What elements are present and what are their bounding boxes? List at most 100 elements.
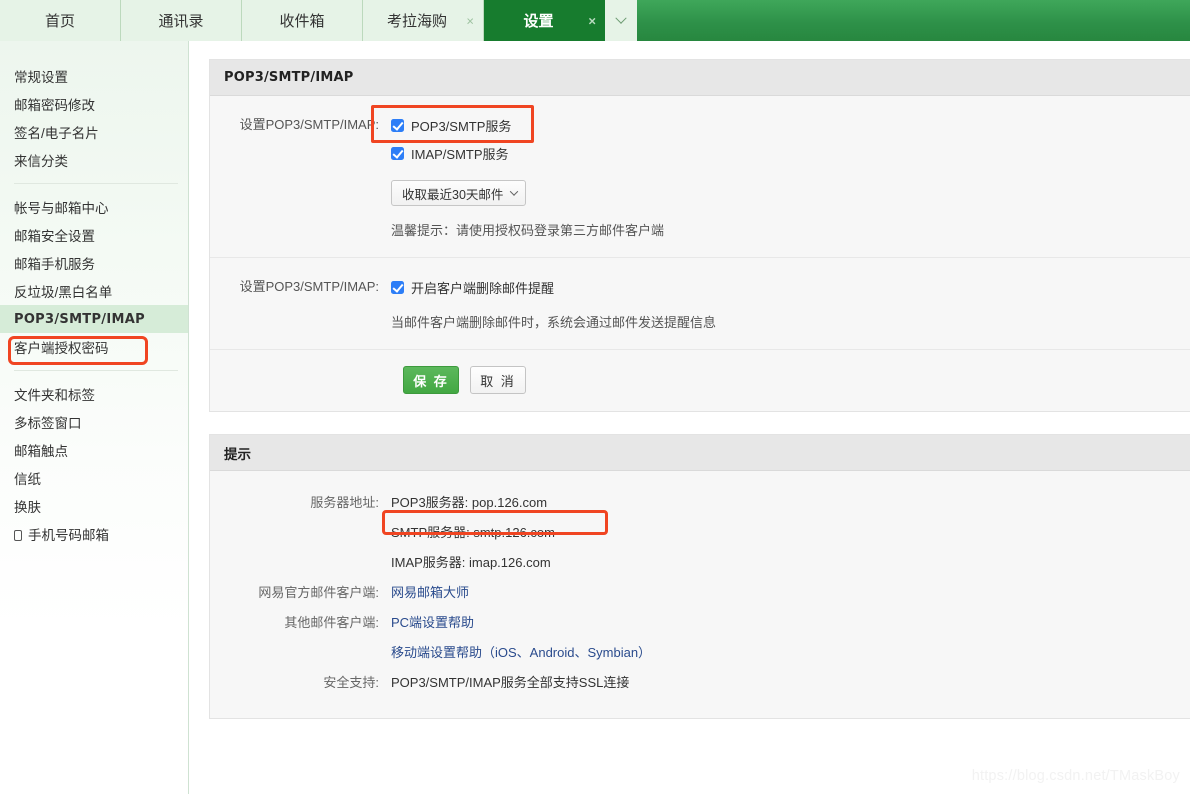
sidebar-item-antispam[interactable]: 反垃圾/黑白名单	[0, 277, 188, 305]
pop3-smtp-checkbox-label: POP3/SMTP服务	[411, 118, 512, 134]
delete-reminder-row: 设置POP3/SMTP/IMAP: 开启客户端删除邮件提醒 当邮件客户端删除邮件…	[210, 258, 1190, 350]
tab-inbox[interactable]: 收件箱	[242, 0, 363, 41]
sidebar-group-general: 常规设置 邮箱密码修改 签名/电子名片 来信分类	[0, 62, 188, 174]
tip-row-server-imap: IMAP服务器: imap.126.com	[210, 548, 1190, 578]
tab-home-label: 首页	[44, 13, 75, 30]
tab-settings[interactable]: 设置 ×	[484, 0, 605, 41]
pop3-smtp-imap-panel: POP3/SMTP/IMAP 设置POP3/SMTP/IMAP: POP3/SM…	[209, 59, 1190, 412]
tip-label-server-address: 服务器地址:	[310, 495, 379, 510]
sidebar-item-change-password[interactable]: 邮箱密码修改	[0, 90, 188, 118]
delete-reminder-checkbox-label: 开启客户端删除邮件提醒	[411, 280, 555, 296]
sidebar-item-label: 反垃圾/黑白名单	[14, 285, 113, 300]
cancel-button[interactable]: 取 消	[470, 366, 526, 394]
sidebar-item-label: 邮箱安全设置	[14, 229, 95, 244]
delete-reminder-row-body: 开启客户端删除邮件提醒 当邮件客户端删除邮件时，系统会通过邮件发送提醒信息	[391, 276, 1190, 331]
sidebar-item-account-center[interactable]: 帐号与邮箱中心	[0, 193, 188, 221]
sidebar-item-label: 邮箱手机服务	[14, 257, 95, 272]
tip-label-security-support: 安全支持:	[323, 675, 379, 690]
sidebar-item-label: 文件夹和标签	[14, 388, 95, 403]
pop3-service-row-body: POP3/SMTP服务 IMAP/SMTP服务 收取最近30天邮件 温馨提示：请…	[391, 114, 1190, 239]
imap-smtp-checkbox-line[interactable]: IMAP/SMTP服务	[391, 142, 1190, 164]
sidebar-group-account: 帐号与邮箱中心 邮箱安全设置 邮箱手机服务 反垃圾/黑白名单 POP3/SMTP…	[0, 193, 188, 361]
phone-icon	[14, 529, 22, 541]
pop3-panel-title: POP3/SMTP/IMAP	[210, 60, 1190, 96]
tip-value-pop3-server: POP3服务器: pop.126.com	[391, 495, 548, 510]
tab-overflow-button[interactable]	[605, 0, 637, 41]
sidebar-item-security[interactable]: 邮箱安全设置	[0, 221, 188, 249]
sidebar-item-mail-classification[interactable]: 来信分类	[0, 146, 188, 174]
chevron-down-icon	[615, 12, 627, 24]
sidebar-item-mail-touchpoint[interactable]: 邮箱触点	[0, 436, 188, 464]
tip-row-official-client: 网易官方邮件客户端: 网易邮箱大师	[210, 578, 1190, 608]
sidebar-divider-2	[14, 370, 178, 371]
auth-code-hint: 温馨提示：请使用授权码登录第三方邮件客户端	[391, 223, 665, 238]
sidebar-item-label: 邮箱密码修改	[14, 98, 95, 113]
tab-home[interactable]: 首页	[0, 0, 121, 41]
settings-sidebar: 常规设置 邮箱密码修改 签名/电子名片 来信分类 帐号与邮箱中心 邮箱安全设置 …	[0, 41, 189, 794]
watermark: https://blog.csdn.net/TMaskBoy	[971, 768, 1180, 784]
delete-reminder-checkbox-line[interactable]: 开启客户端删除邮件提醒	[391, 276, 1190, 298]
save-button[interactable]: 保 存	[403, 366, 459, 394]
tip-row-security-support: 安全支持: POP3/SMTP/IMAP服务全部支持SSL连接	[210, 668, 1190, 698]
sidebar-group-misc: 文件夹和标签 多标签窗口 邮箱触点 信纸 换肤 手机号码邮箱	[0, 380, 188, 548]
tab-settings-close-icon[interactable]: ×	[588, 14, 596, 27]
sidebar-item-folders-labels[interactable]: 文件夹和标签	[0, 380, 188, 408]
mobile-setup-help-link[interactable]: 移动端设置帮助（iOS、Android、Symbian）	[391, 645, 651, 660]
sidebar-item-mobile-number-mailbox[interactable]: 手机号码邮箱	[0, 520, 188, 548]
sidebar-item-signature[interactable]: 签名/电子名片	[0, 118, 188, 146]
tab-kaola-close-icon[interactable]: ×	[466, 14, 474, 27]
sidebar-item-stationery[interactable]: 信纸	[0, 464, 188, 492]
sidebar-item-label: 常规设置	[14, 70, 68, 85]
sidebar-item-label: 签名/电子名片	[14, 126, 99, 141]
tips-panel: 提示 服务器地址: POP3服务器: pop.126.com SMTP服务器: …	[209, 434, 1190, 719]
tab-kaola[interactable]: 考拉海购 ×	[363, 0, 484, 41]
netease-mail-master-link[interactable]: 网易邮箱大师	[391, 585, 469, 600]
tab-kaola-label: 考拉海购	[386, 13, 447, 30]
sidebar-item-label: POP3/SMTP/IMAP	[14, 311, 145, 327]
pop3-service-row: 设置POP3/SMTP/IMAP: POP3/SMTP服务 IMAP/SMTP服…	[210, 96, 1190, 258]
tab-settings-label: 设置	[523, 13, 554, 30]
tip-label-empty-3	[210, 638, 391, 668]
sidebar-item-mobile-service[interactable]: 邮箱手机服务	[0, 249, 188, 277]
tip-value-security-support: POP3/SMTP/IMAP服务全部支持SSL连接	[391, 675, 630, 690]
tip-value-other-client: PC端设置帮助	[391, 608, 1190, 638]
tip-value-imap-server: IMAP服务器: imap.126.com	[391, 555, 551, 570]
tip-label-official-client: 网易官方邮件客户端:	[258, 585, 379, 600]
sidebar-item-label: 手机号码邮箱	[28, 528, 109, 543]
tab-contacts[interactable]: 通讯录	[121, 0, 242, 41]
tip-label-empty-2	[210, 548, 391, 578]
sidebar-item-general-settings[interactable]: 常规设置	[0, 62, 188, 90]
delete-reminder-row-label: 设置POP3/SMTP/IMAP:	[239, 279, 379, 294]
imap-smtp-checkbox-label: IMAP/SMTP服务	[411, 146, 509, 162]
tips-panel-title: 提示	[210, 435, 1190, 471]
sidebar-item-label: 邮箱触点	[14, 444, 68, 459]
delete-reminder-checkbox[interactable]	[391, 280, 404, 294]
tip-label-empty-1	[210, 518, 391, 548]
sidebar-item-label: 换肤	[14, 500, 41, 515]
sidebar-item-label: 来信分类	[14, 154, 68, 169]
form-action-buttons: 保 存 取 消	[210, 350, 1190, 411]
tip-row-other-client: 其他邮件客户端: PC端设置帮助	[210, 608, 1190, 638]
sidebar-item-pop3-smtp-imap[interactable]: POP3/SMTP/IMAP	[0, 305, 188, 333]
sidebar-item-label: 多标签窗口	[14, 416, 82, 431]
browser-tab-bar: 首页 通讯录 收件箱 考拉海购 × 设置 ×	[0, 0, 1190, 41]
pop3-smtp-checkbox-line[interactable]: POP3/SMTP服务	[391, 114, 1190, 136]
pc-setup-help-link[interactable]: PC端设置帮助	[391, 615, 474, 630]
sidebar-item-label: 信纸	[14, 472, 41, 487]
tip-label-other-client: 其他邮件客户端:	[284, 615, 379, 630]
imap-smtp-checkbox[interactable]	[391, 146, 404, 160]
sidebar-item-client-auth-password[interactable]: 客户端授权密码	[0, 333, 188, 361]
sidebar-item-label: 客户端授权密码	[14, 341, 109, 356]
tab-inbox-label: 收件箱	[279, 13, 325, 30]
tip-row-mobile-help: 移动端设置帮助（iOS、Android、Symbian）	[210, 638, 1190, 668]
delete-reminder-note: 当邮件客户端删除邮件时，系统会通过邮件发送提醒信息	[391, 315, 717, 330]
tip-row-server-pop3: 服务器地址: POP3服务器: pop.126.com	[210, 488, 1190, 518]
tips-panel-body: 服务器地址: POP3服务器: pop.126.com SMTP服务器: smt…	[210, 471, 1190, 718]
sidebar-item-multi-tab-window[interactable]: 多标签窗口	[0, 408, 188, 436]
mail-range-select[interactable]: 收取最近30天邮件	[391, 180, 527, 206]
sidebar-item-label: 帐号与邮箱中心	[14, 201, 109, 216]
tip-row-server-smtp: SMTP服务器: smtp.126.com	[210, 518, 1190, 548]
pop3-smtp-checkbox[interactable]	[391, 118, 404, 132]
sidebar-item-skin[interactable]: 换肤	[0, 492, 188, 520]
tip-value-smtp-server: SMTP服务器: smtp.126.com	[391, 525, 555, 540]
